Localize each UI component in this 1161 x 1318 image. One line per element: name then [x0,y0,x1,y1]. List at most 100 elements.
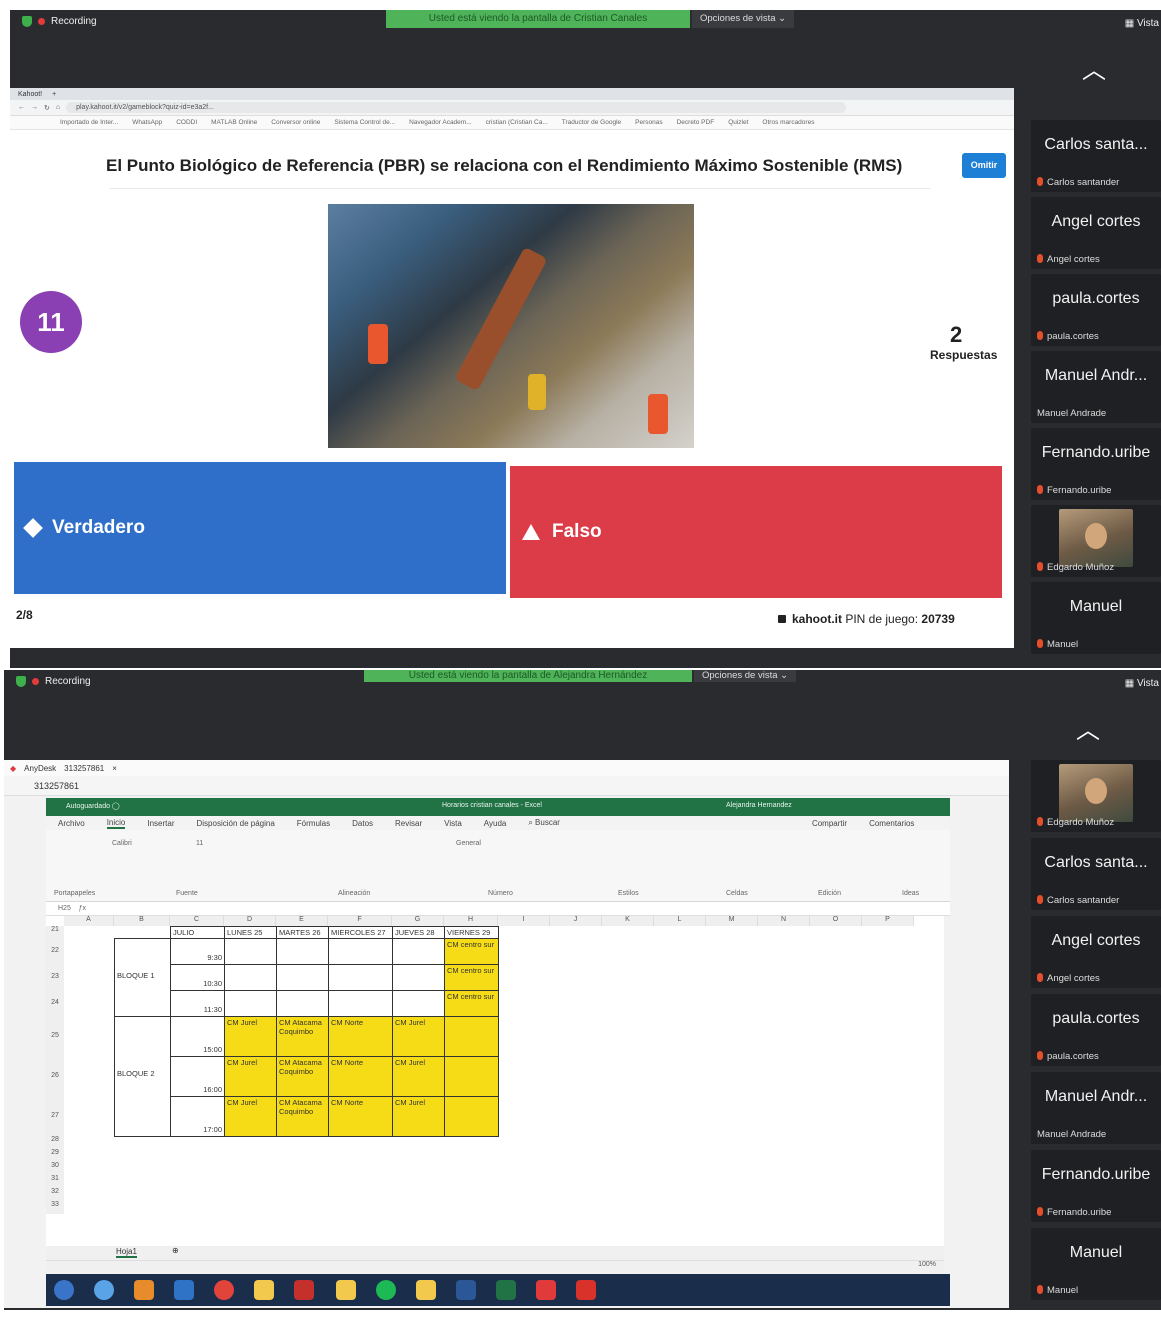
participant-tile[interactable]: Manuel Manuel [1031,1228,1161,1300]
table-cell[interactable] [224,938,277,965]
table-cell[interactable] [392,938,445,965]
add-sheet-icon[interactable]: ⊕ [172,1246,179,1255]
search-box[interactable]: ⌕ Buscar [528,818,560,828]
bookmark-item[interactable]: CODDI [176,119,197,126]
bookmark-item[interactable]: Importado de Inter... [60,119,118,126]
participant-tile[interactable]: Angel cortes Angel cortes [1031,197,1161,269]
time-cell[interactable]: 11:30 [170,990,225,1017]
table-cell[interactable] [276,964,329,991]
forward-icon[interactable]: → [31,104,38,111]
participant-tile[interactable]: Carlos santa... Carlos santander [1031,120,1161,192]
block-label[interactable]: BLOQUE 1 [114,938,171,1017]
view-button[interactable]: ▦ Vista [1125,678,1159,689]
number-format-select[interactable]: General [456,840,481,847]
table-cell[interactable] [392,990,445,1017]
files-icon[interactable] [416,1280,436,1300]
time-cell[interactable]: 15:00 [170,1016,225,1057]
url-input[interactable]: play.kahoot.it/v2/gameblock?quiz-id=e3a2… [66,102,847,113]
bookmark-item[interactable]: Navegador Academ... [409,119,472,126]
bookmark-item[interactable]: Personas [635,119,662,126]
skip-button[interactable]: Omitir [962,153,1006,178]
bookmark-item[interactable]: MATLAB Online [211,119,257,126]
row-header[interactable]: 29 [46,1149,64,1162]
tab-formulas[interactable]: Fórmulas [297,819,330,828]
excel-icon[interactable] [496,1280,516,1300]
access-icon[interactable] [294,1280,314,1300]
table-cell[interactable] [444,1056,499,1097]
row-header[interactable]: 32 [46,1188,64,1201]
table-cell[interactable]: CM Norte [328,1056,393,1097]
participant-tile[interactable]: Angel cortes Angel cortes [1031,916,1161,988]
media-icon[interactable] [134,1280,154,1300]
table-cell[interactable]: CM Norte [328,1016,393,1057]
tab-revisar[interactable]: Revisar [395,819,422,828]
participant-tile[interactable]: Manuel Andr... Manuel Andrade [1031,351,1161,423]
tab-disposicion[interactable]: Disposición de página [197,819,275,828]
spreadsheet-grid[interactable]: A B C D E F G H I J K L M N O P 21 22 23… [46,916,944,1246]
bookmark-item[interactable]: Sistema Control de... [334,119,395,126]
table-cell[interactable]: CM Atacama Coquimbo [276,1016,329,1057]
block-label[interactable]: BLOQUE 2 [114,1016,171,1137]
view-options-button[interactable]: Opciones de vista ⌄ [692,10,795,28]
column-header[interactable]: E [276,916,328,926]
table-cell[interactable] [328,938,393,965]
table-cell[interactable]: CM Jurel [224,1096,277,1137]
participant-video-tile[interactable]: Edgardo Muñoz [1031,760,1161,832]
bookmark-item[interactable]: WhatsApp [132,119,162,126]
chrome-icon[interactable] [214,1280,234,1300]
bookmark-item[interactable]: Traductor de Google [562,119,621,126]
font-select[interactable]: Calibri [112,840,132,847]
session-tab[interactable]: 313257861 [64,764,104,773]
participant-tile[interactable]: Manuel Andr... Manuel Andrade [1031,1072,1161,1144]
table-cell[interactable]: CM Jurel [392,1056,445,1097]
table-cell[interactable] [276,990,329,1017]
bookmark-item[interactable]: Otros marcadores [762,119,814,126]
table-cell[interactable] [444,1016,499,1057]
row-header[interactable]: 22 [46,938,64,964]
row-header[interactable]: 27 [46,1096,64,1136]
table-cell[interactable] [276,938,329,965]
row-header[interactable]: 25 [46,1016,64,1056]
sheet-tab-hoja1[interactable]: Hoja1 [116,1247,137,1258]
new-tab-icon[interactable]: + [52,91,56,98]
row-header[interactable]: 33 [46,1201,64,1214]
bookmark-item[interactable]: Quizlet [728,119,748,126]
time-cell[interactable]: 17:00 [170,1096,225,1137]
anydesk-icon[interactable] [536,1280,556,1300]
column-header[interactable]: F [328,916,392,926]
participant-tile[interactable]: paula.cortes paula.cortes [1031,274,1161,346]
tab-inicio[interactable]: Inicio [106,818,126,829]
table-cell[interactable]: CM Jurel [224,1056,277,1097]
collapse-chevron-icon[interactable]: ︿ [1076,710,1100,745]
column-header[interactable]: D [224,916,276,926]
time-cell[interactable]: 16:00 [170,1056,225,1097]
row-header[interactable]: 31 [46,1175,64,1188]
column-header[interactable]: M [706,916,758,926]
column-header[interactable]: N [758,916,810,926]
back-icon[interactable]: ← [18,104,25,111]
bookmark-item[interactable]: Conversor online [271,119,320,126]
participant-tile[interactable]: paula.cortes paula.cortes [1031,994,1161,1066]
formula-bar[interactable]: H25 ƒx [46,902,950,916]
table-cell[interactable] [392,964,445,991]
tab-vista[interactable]: Vista [444,819,462,828]
row-header[interactable]: 21 [46,926,64,938]
reload-icon[interactable]: ↻ [44,104,50,112]
share-button[interactable]: Compartir [812,819,847,828]
folder-icon[interactable] [336,1280,356,1300]
participant-tile[interactable]: Fernando.uribe Fernando.uribe [1031,428,1161,500]
zoom-level[interactable]: 100% [918,1261,936,1268]
ie-icon[interactable] [94,1280,114,1300]
home-icon[interactable]: ⌂ [56,104,60,111]
column-header[interactable]: O [810,916,862,926]
tab-ayuda[interactable]: Ayuda [484,819,507,828]
row-header[interactable]: 23 [46,964,64,990]
start-icon[interactable] [54,1280,74,1300]
table-cell[interactable]: CM Jurel [224,1016,277,1057]
time-cell[interactable]: 9:30 [170,938,225,965]
table-cell[interactable]: CM Atacama Coquimbo [276,1096,329,1137]
table-cell[interactable]: CM centro sur [444,990,499,1017]
table-cell[interactable]: CM Jurel [392,1016,445,1057]
table-cell[interactable] [328,964,393,991]
participant-tile[interactable]: Carlos santa... Carlos santander [1031,838,1161,910]
